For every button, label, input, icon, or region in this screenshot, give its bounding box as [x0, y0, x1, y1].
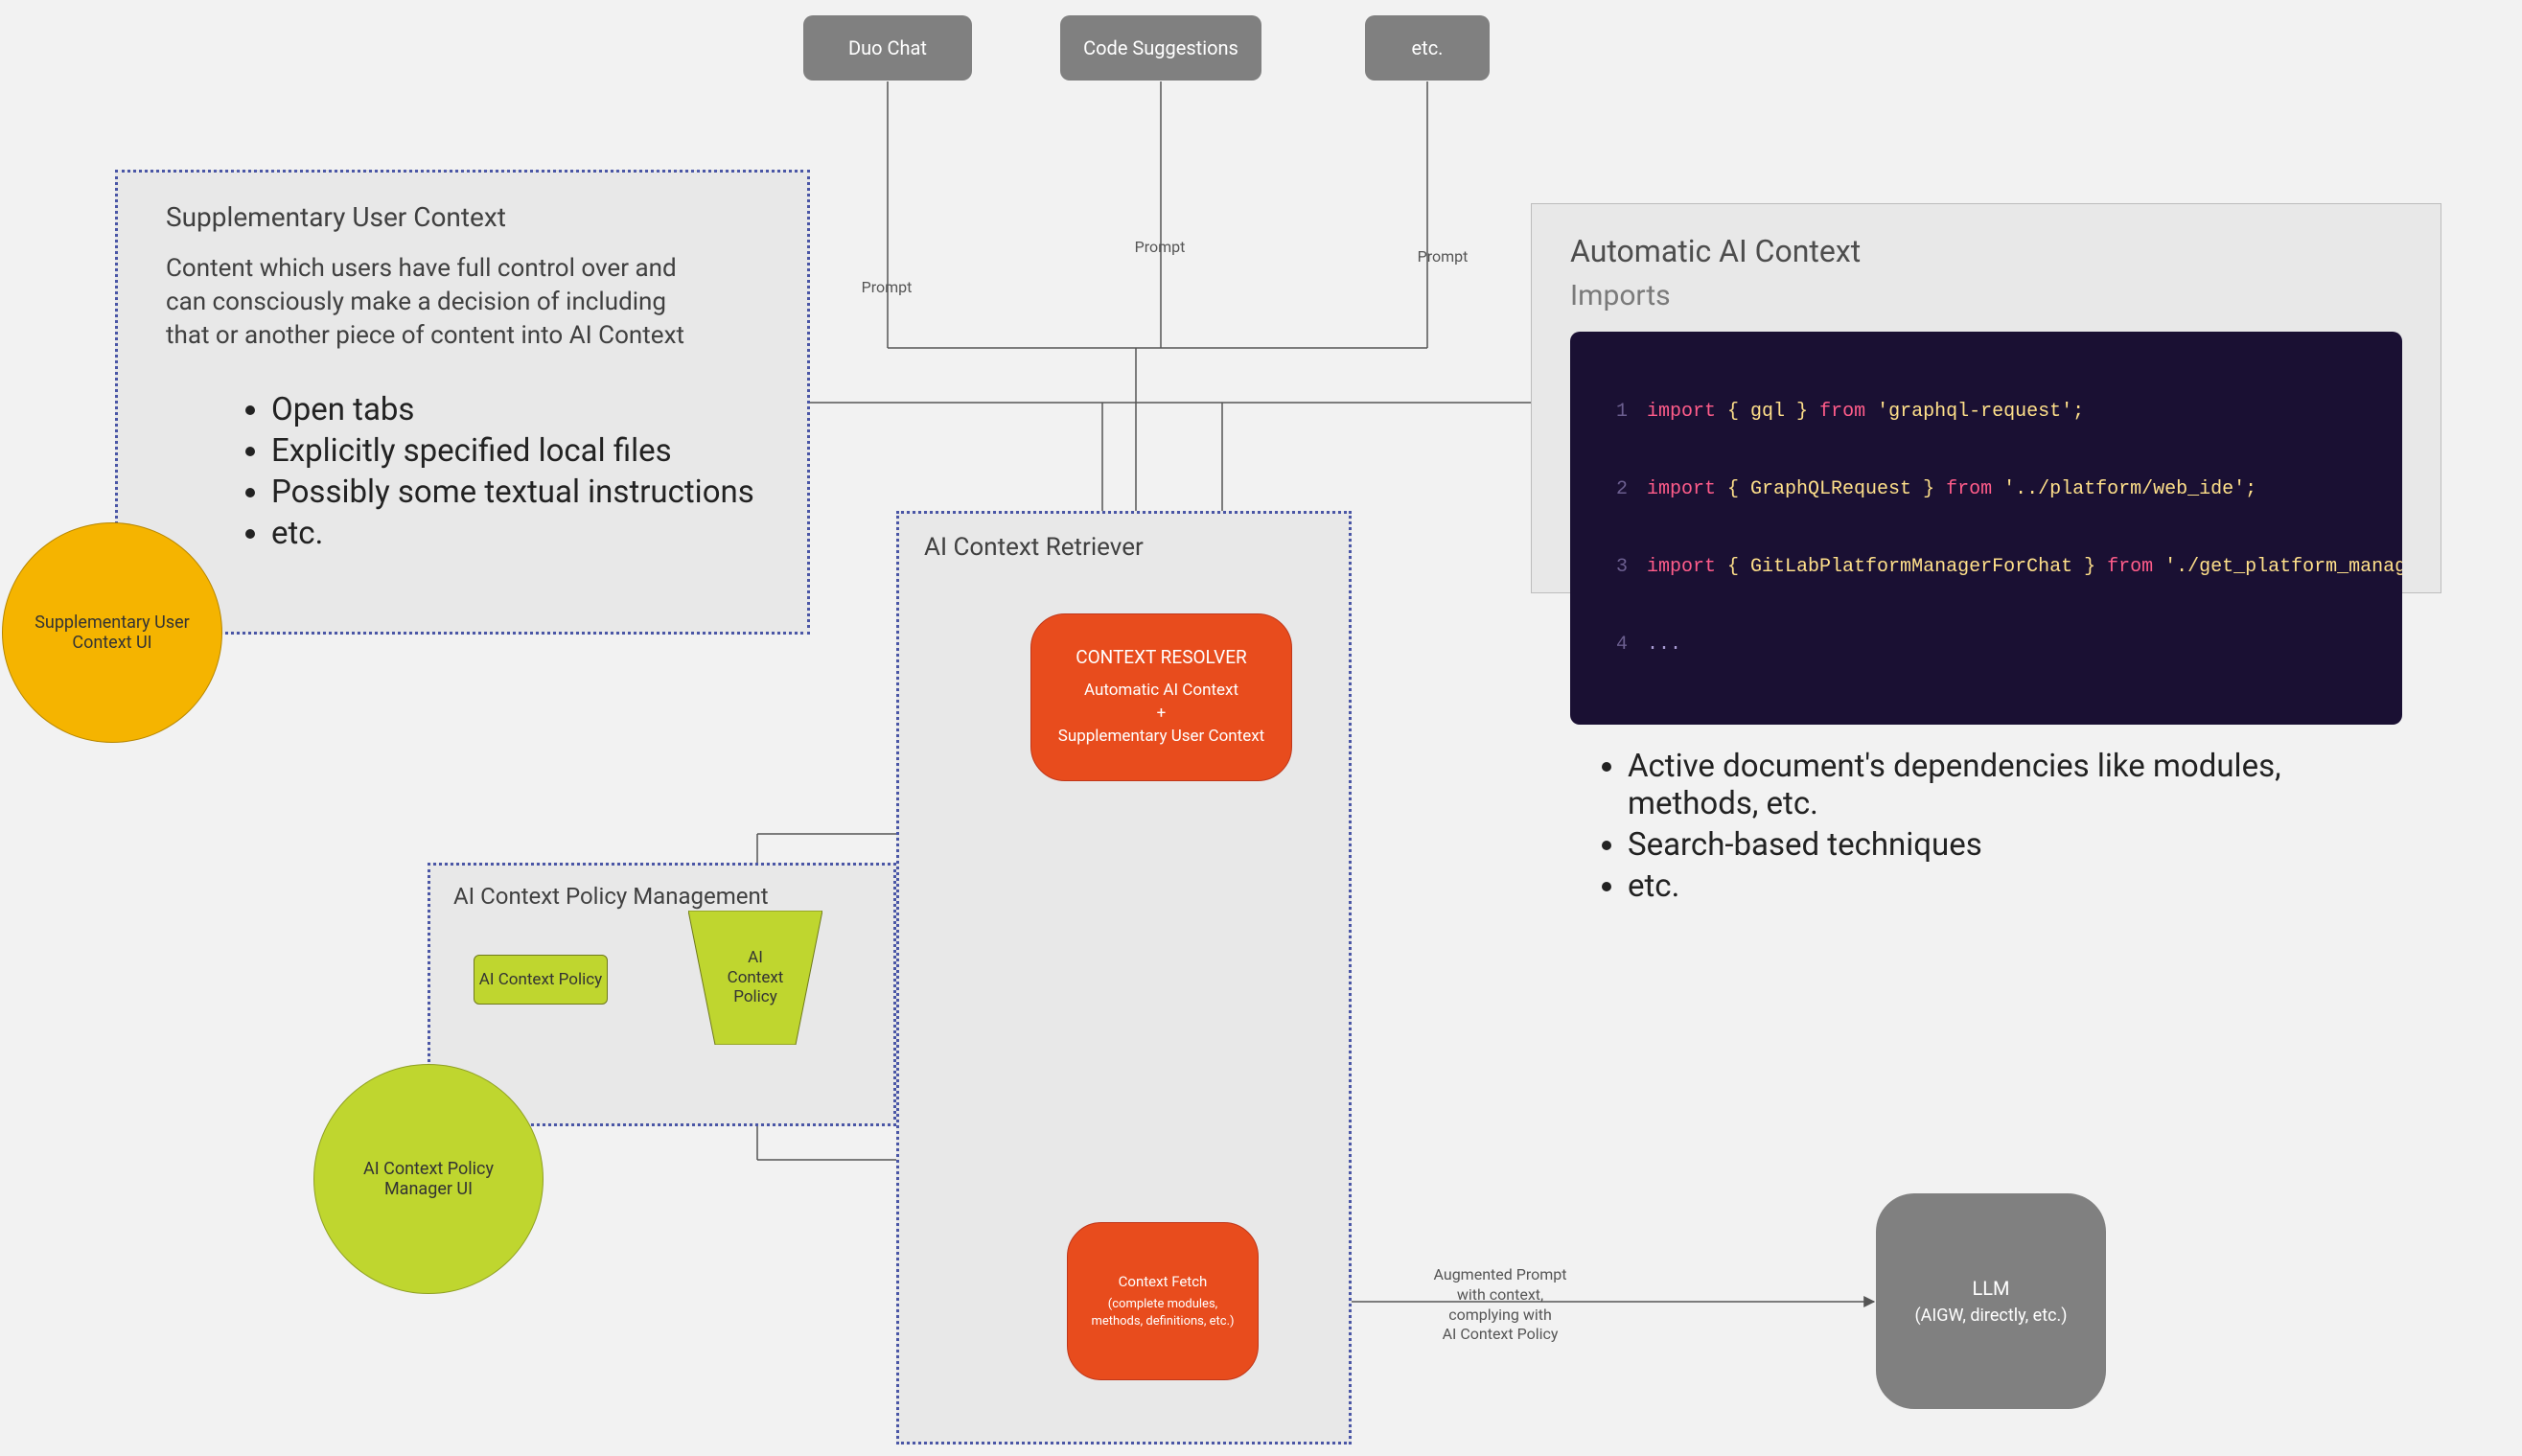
bullet: Active document's dependencies like modu… [1628, 748, 2402, 822]
bullet: Possibly some textual instructions [271, 474, 759, 511]
node-ai-context-policy-manager-ui: AI Context Policy Manager UI [313, 1064, 544, 1294]
bullet: Search-based techniques [1628, 826, 2402, 864]
node-context-fetch: Context Fetch (complete modules, methods… [1067, 1222, 1259, 1380]
code-block: 1import { gql } from 'graphql-request'; … [1570, 332, 2402, 725]
node-header: LLM [1972, 1277, 2009, 1300]
node-supplementary-user-context-ui: Supplementary User Context UI [2, 522, 222, 743]
panel-subtitle: Imports [1570, 279, 2402, 312]
panel-bullets: Open tabs Explicitly specified local fil… [166, 391, 759, 552]
panel-title: Automatic AI Context [1570, 233, 2402, 269]
diagram-stage: Duo Chat Code Suggestions etc. Prompt Pr… [0, 0, 2522, 1456]
node-label: Duo Chat [848, 36, 927, 59]
bullet: Open tabs [271, 391, 759, 428]
circle-label-line: Supplementary User [35, 612, 190, 633]
node-duo-chat: Duo Chat [803, 15, 972, 81]
edge-label-prompt-3: Prompt [1390, 247, 1495, 267]
circle-label-line: Manager UI [363, 1179, 494, 1199]
bullet: etc. [1628, 867, 2402, 905]
panel-supplementary-user-context: Supplementary User Context Content which… [115, 170, 810, 635]
bullet: Explicitly specified local files [271, 432, 759, 470]
panel-title: Supplementary User Context [166, 201, 759, 233]
node-context-resolver: CONTEXT RESOLVER Automatic AI Context + … [1030, 613, 1292, 781]
node-line: Context [728, 968, 784, 987]
bullet: etc. [271, 515, 759, 552]
panel-bullets: Active document's dependencies like modu… [1570, 748, 2402, 905]
node-etc: etc. [1365, 15, 1490, 81]
node-sub: (complete modules, methods, definitions,… [1087, 1296, 1238, 1329]
panel-title: AI Context Retriever [924, 533, 1324, 562]
node-header: CONTEXT RESOLVER [1076, 646, 1247, 668]
panel-automatic-ai-context: Automatic AI Context Imports 1import { g… [1531, 203, 2441, 593]
node-line: Supplementary User Context [1058, 726, 1265, 749]
edge-label-augmented-prompt: Augmented Prompt with context, complying… [1390, 1265, 1610, 1345]
node-ai-context-policy-source: AI Context Policy [474, 955, 608, 1005]
edge-label-prompt-1: Prompt [834, 278, 939, 298]
node-line: Policy [728, 987, 784, 1006]
edge-label-prompt-2: Prompt [1107, 238, 1213, 258]
node-line: + [1058, 703, 1265, 726]
node-sub: (AIGW, directly, etc.) [1914, 1306, 2067, 1326]
panel-title: AI Context Policy Management [453, 883, 870, 910]
node-code-suggestions: Code Suggestions [1060, 15, 1261, 81]
circle-label-line: Context UI [35, 633, 190, 653]
node-llm: LLM (AIGW, directly, etc.) [1876, 1193, 2106, 1409]
node-header: Context Fetch [1119, 1273, 1208, 1290]
node-label: etc. [1412, 36, 1444, 59]
panel-body: Content which users have full control ov… [166, 252, 703, 353]
node-line: AI [728, 948, 784, 967]
node-label: Code Suggestions [1083, 36, 1238, 59]
circle-label-line: AI Context Policy [363, 1159, 494, 1179]
node-ai-context-policy-filter: AI Context Policy [688, 911, 822, 1045]
node-label: AI Context Policy [479, 970, 602, 989]
node-line: Automatic AI Context [1058, 680, 1265, 703]
